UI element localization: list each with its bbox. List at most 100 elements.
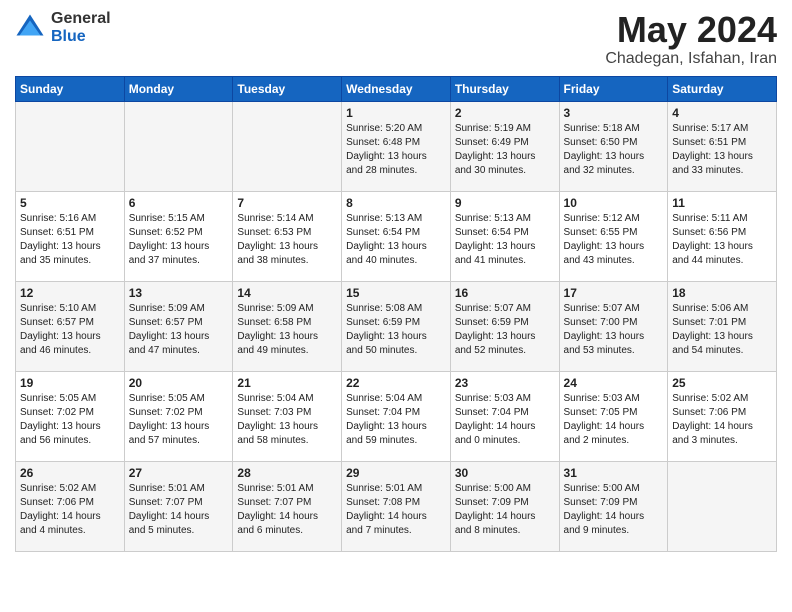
day-number: 28: [237, 466, 337, 480]
table-cell: 6 Sunrise: 5:15 AM Sunset: 6:52 PM Daylig…: [124, 191, 233, 281]
main-title: May 2024: [605, 10, 777, 50]
table-cell: 15Sunrise: 5:08 AM Sunset: 6:59 PM Dayli…: [342, 281, 451, 371]
calendar-table: Sunday Monday Tuesday Wednesday Thursday…: [15, 76, 777, 552]
col-wednesday: Wednesday: [342, 76, 451, 101]
day-number: 12: [20, 286, 120, 300]
day-number: 14: [237, 286, 337, 300]
day-number: 20: [129, 376, 229, 390]
day-info: Sunrise: 5:11 AM Sunset: 6:56 PM Dayligh…: [672, 212, 772, 268]
table-cell: 12 Sunrise: 5:10 AM Sunset: 6:57 PM Dayli…: [16, 281, 125, 371]
table-cell: 25 Sunrise: 5:02 AM Sunset: 7:06 PM Dayli…: [668, 371, 777, 461]
day-info: Sunrise: 5:19 AM Sunset: 6:49 PM Dayligh…: [455, 122, 555, 178]
logo: General Blue: [15, 10, 111, 45]
day-info: Sunrise: 5:03 AM Sunset: 7:05 PM Dayligh…: [564, 392, 664, 448]
logo-blue-label: Blue: [51, 28, 111, 46]
day-number: 5: [20, 196, 120, 210]
day-info: Sunrise: 5:02 AM Sunset: 7:06 PM Dayligh…: [20, 482, 120, 538]
table-cell: 17 Sunrise: 5:07 AM Sunset: 7:00 PM Dayli…: [559, 281, 668, 371]
table-cell: 9 Sunrise: 5:13 AM Sunset: 6:54 PM Daylig…: [450, 191, 559, 281]
day-info: Sunrise: 5:10 AM Sunset: 6:57 PM Dayligh…: [20, 302, 120, 358]
day-info: Sunrise: 5:06 AM Sunset: 7:01 PM Dayligh…: [672, 302, 772, 358]
table-cell: 24Sunrise: 5:03 AM Sunset: 7:05 PM Dayli…: [559, 371, 668, 461]
day-number: 25: [672, 376, 772, 390]
week-row-3: 12 Sunrise: 5:10 AM Sunset: 6:57 PM Dayli…: [16, 281, 777, 371]
day-info: Sunrise: 5:00 AM Sunset: 7:09 PM Dayligh…: [455, 482, 555, 538]
day-info: Sunrise: 5:07 AM Sunset: 6:59 PM Dayligh…: [455, 302, 555, 358]
day-info: Sunrise: 5:18 AM Sunset: 6:50 PM Dayligh…: [564, 122, 664, 178]
table-cell: 14Sunrise: 5:09 AM Sunset: 6:58 PM Dayli…: [233, 281, 342, 371]
day-info: Sunrise: 5:05 AM Sunset: 7:02 PM Dayligh…: [129, 392, 229, 448]
day-number: 22: [346, 376, 446, 390]
table-cell: [233, 101, 342, 191]
day-info: Sunrise: 5:03 AM Sunset: 7:04 PM Dayligh…: [455, 392, 555, 448]
table-cell: 27 Sunrise: 5:01 AM Sunset: 7:07 PM Dayli…: [124, 461, 233, 551]
day-info: Sunrise: 5:13 AM Sunset: 6:54 PM Dayligh…: [455, 212, 555, 268]
table-cell: 10 Sunrise: 5:12 AM Sunset: 6:55 PM Dayli…: [559, 191, 668, 281]
table-cell: 21Sunrise: 5:04 AM Sunset: 7:03 PM Dayli…: [233, 371, 342, 461]
logo-text: General Blue: [51, 10, 111, 45]
logo-icon: [15, 13, 45, 43]
logo-general-label: General: [51, 10, 111, 28]
day-info: Sunrise: 5:04 AM Sunset: 7:04 PM Dayligh…: [346, 392, 446, 448]
col-tuesday: Tuesday: [233, 76, 342, 101]
day-number: 9: [455, 196, 555, 210]
table-cell: 11Sunrise: 5:11 AM Sunset: 6:56 PM Dayli…: [668, 191, 777, 281]
day-number: 3: [564, 106, 664, 120]
day-number: 26: [20, 466, 120, 480]
week-row-1: 1 Sunrise: 5:20 AM Sunset: 6:48 PM Daylig…: [16, 101, 777, 191]
header-row: Sunday Monday Tuesday Wednesday Thursday…: [16, 76, 777, 101]
day-info: Sunrise: 5:07 AM Sunset: 7:00 PM Dayligh…: [564, 302, 664, 358]
day-number: 6: [129, 196, 229, 210]
table-cell: 23 Sunrise: 5:03 AM Sunset: 7:04 PM Dayli…: [450, 371, 559, 461]
table-cell: 2 Sunrise: 5:19 AM Sunset: 6:49 PM Daylig…: [450, 101, 559, 191]
day-info: Sunrise: 5:15 AM Sunset: 6:52 PM Dayligh…: [129, 212, 229, 268]
table-cell: 16Sunrise: 5:07 AM Sunset: 6:59 PM Dayli…: [450, 281, 559, 371]
day-number: 4: [672, 106, 772, 120]
table-cell: 31 Sunrise: 5:00 AM Sunset: 7:09 PM Dayli…: [559, 461, 668, 551]
table-cell: 5 Sunrise: 5:16 AM Sunset: 6:51 PM Daylig…: [16, 191, 125, 281]
day-info: Sunrise: 5:04 AM Sunset: 7:03 PM Dayligh…: [237, 392, 337, 448]
day-info: Sunrise: 5:20 AM Sunset: 6:48 PM Dayligh…: [346, 122, 446, 178]
day-number: 17: [564, 286, 664, 300]
week-row-5: 26 Sunrise: 5:02 AM Sunset: 7:06 PM Dayli…: [16, 461, 777, 551]
table-cell: 18 Sunrise: 5:06 AM Sunset: 7:01 PM Dayli…: [668, 281, 777, 371]
day-info: Sunrise: 5:01 AM Sunset: 7:07 PM Dayligh…: [237, 482, 337, 538]
table-cell: [124, 101, 233, 191]
table-cell: 20 Sunrise: 5:05 AM Sunset: 7:02 PM Dayli…: [124, 371, 233, 461]
day-info: Sunrise: 5:01 AM Sunset: 7:08 PM Dayligh…: [346, 482, 446, 538]
table-cell: [16, 101, 125, 191]
day-number: 30: [455, 466, 555, 480]
table-cell: [668, 461, 777, 551]
subtitle: Chadegan, Isfahan, Iran: [605, 50, 777, 68]
table-cell: 13Sunrise: 5:09 AM Sunset: 6:57 PM Dayli…: [124, 281, 233, 371]
day-number: 8: [346, 196, 446, 210]
day-info: Sunrise: 5:14 AM Sunset: 6:53 PM Dayligh…: [237, 212, 337, 268]
week-row-2: 5 Sunrise: 5:16 AM Sunset: 6:51 PM Daylig…: [16, 191, 777, 281]
day-info: Sunrise: 5:12 AM Sunset: 6:55 PM Dayligh…: [564, 212, 664, 268]
table-cell: 8 Sunrise: 5:13 AM Sunset: 6:54 PM Daylig…: [342, 191, 451, 281]
day-info: Sunrise: 5:08 AM Sunset: 6:59 PM Dayligh…: [346, 302, 446, 358]
day-number: 2: [455, 106, 555, 120]
title-block: May 2024 Chadegan, Isfahan, Iran: [605, 10, 777, 68]
day-number: 18: [672, 286, 772, 300]
day-info: Sunrise: 5:01 AM Sunset: 7:07 PM Dayligh…: [129, 482, 229, 538]
day-info: Sunrise: 5:02 AM Sunset: 7:06 PM Dayligh…: [672, 392, 772, 448]
day-number: 1: [346, 106, 446, 120]
table-cell: 28 Sunrise: 5:01 AM Sunset: 7:07 PM Dayli…: [233, 461, 342, 551]
day-number: 31: [564, 466, 664, 480]
day-number: 27: [129, 466, 229, 480]
day-number: 10: [564, 196, 664, 210]
table-cell: 7Sunrise: 5:14 AM Sunset: 6:53 PM Daylig…: [233, 191, 342, 281]
day-info: Sunrise: 5:00 AM Sunset: 7:09 PM Dayligh…: [564, 482, 664, 538]
week-row-4: 19Sunrise: 5:05 AM Sunset: 7:02 PM Dayli…: [16, 371, 777, 461]
day-info: Sunrise: 5:16 AM Sunset: 6:51 PM Dayligh…: [20, 212, 120, 268]
table-cell: 4 Sunrise: 5:17 AM Sunset: 6:51 PM Daylig…: [668, 101, 777, 191]
col-friday: Friday: [559, 76, 668, 101]
day-info: Sunrise: 5:17 AM Sunset: 6:51 PM Dayligh…: [672, 122, 772, 178]
table-cell: 1 Sunrise: 5:20 AM Sunset: 6:48 PM Daylig…: [342, 101, 451, 191]
col-thursday: Thursday: [450, 76, 559, 101]
table-cell: 29Sunrise: 5:01 AM Sunset: 7:08 PM Dayli…: [342, 461, 451, 551]
col-monday: Monday: [124, 76, 233, 101]
day-info: Sunrise: 5:13 AM Sunset: 6:54 PM Dayligh…: [346, 212, 446, 268]
day-number: 23: [455, 376, 555, 390]
